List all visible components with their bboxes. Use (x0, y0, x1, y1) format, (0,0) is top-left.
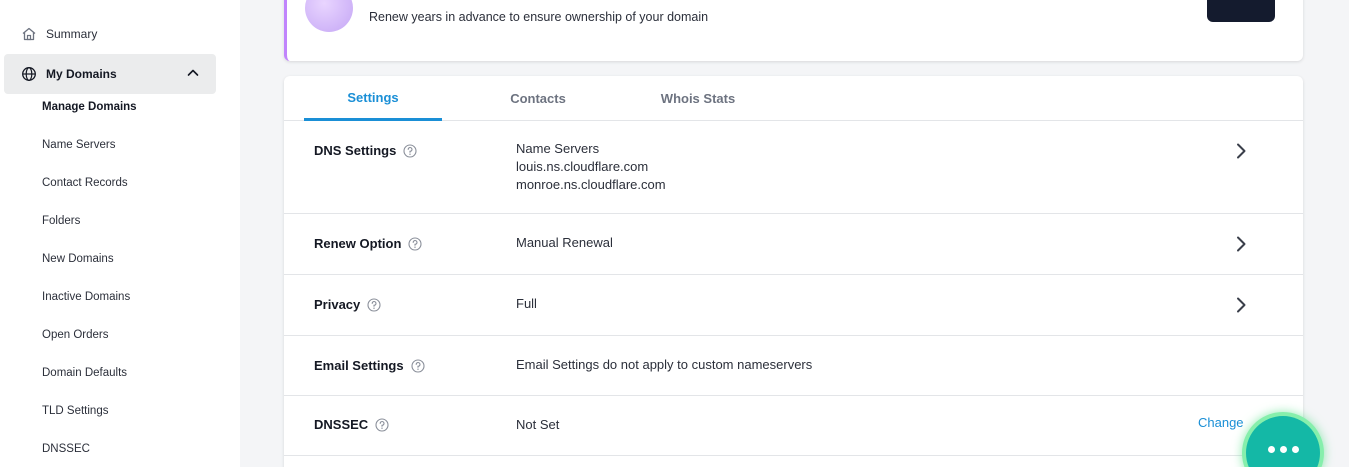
promo-button[interactable] (1207, 0, 1275, 22)
sidebar-item-new-domains[interactable]: New Domains (42, 253, 114, 265)
renew-option-value: Manual Renewal (516, 235, 613, 250)
email-settings-row: Email Settings Email Settings do not app… (284, 336, 1303, 396)
sidebar-item-name-servers[interactable]: Name Servers (42, 139, 116, 151)
chevron-right-icon[interactable] (1234, 296, 1248, 314)
tab-bar: Settings Contacts Whois Stats (284, 76, 1303, 121)
help-icon[interactable] (408, 236, 422, 251)
privacy-label: Privacy (314, 297, 361, 312)
more-dots-icon (1267, 446, 1275, 453)
sidebar-item-manage-domains[interactable]: Manage Domains (42, 101, 137, 113)
privacy-row[interactable]: Privacy Full (284, 275, 1303, 336)
chevron-up-icon[interactable] (186, 66, 200, 80)
tab-contacts[interactable]: Contacts (468, 76, 608, 121)
chevron-right-icon[interactable] (1234, 235, 1248, 253)
renew-option-row[interactable]: Renew Option Manual Renewal (284, 214, 1303, 275)
sidebar-item-my-domains[interactable]: My Domains (4, 54, 216, 94)
tab-settings[interactable]: Settings (304, 76, 442, 121)
sidebar-item-folders[interactable]: Folders (42, 215, 80, 227)
sidebar-item-summary[interactable]: Summary (4, 14, 216, 54)
dns-settings-value: Name Servers louis.ns.cloudflare.com mon… (516, 140, 666, 194)
help-icon[interactable] (367, 297, 381, 312)
chevron-right-icon[interactable] (1234, 142, 1248, 160)
sidebar-item-inactive-domains[interactable]: Inactive Domains (42, 291, 130, 303)
dns-settings-row[interactable]: DNS Settings Name Servers louis.ns.cloud… (284, 121, 1303, 214)
renew-option-label: Renew Option (314, 236, 402, 251)
sidebar-item-domain-defaults[interactable]: Domain Defaults (42, 367, 127, 379)
promo-illustration (305, 0, 353, 32)
home-icon (20, 25, 38, 43)
row-label: Renew Option (314, 236, 422, 251)
email-settings-value: Email Settings do not apply to custom na… (516, 357, 813, 372)
more-dots-icon (1279, 446, 1287, 453)
name-servers-heading: Name Servers (516, 141, 600, 156)
dnssec-row: DNSSEC Not Set Change (284, 396, 1303, 456)
dnssec-label: DNSSEC (314, 417, 369, 432)
help-icon[interactable] (375, 417, 389, 432)
tab-whois-stats[interactable]: Whois Stats (628, 76, 768, 121)
more-dots-icon (1291, 446, 1299, 453)
sidebar-item-label: Summary (46, 27, 98, 41)
sidebar: Summary My Domains Manage Domains Name S… (0, 0, 240, 467)
domain-settings-card: Settings Contacts Whois Stats DNS Settin… (284, 76, 1303, 467)
renew-promo-banner: Renew years in advance to ensure ownersh… (284, 0, 1303, 61)
help-icon[interactable] (411, 358, 425, 373)
row-label: DNS Settings (314, 143, 417, 158)
promo-text: Renew years in advance to ensure ownersh… (369, 10, 709, 24)
row-label: DNSSEC (314, 417, 389, 432)
dnssec-change-link[interactable]: Change (1198, 415, 1244, 430)
sidebar-item-tld-settings[interactable]: TLD Settings (42, 405, 108, 417)
privacy-value: Full (516, 296, 537, 311)
main-content: Renew years in advance to ensure ownersh… (240, 0, 1349, 467)
sidebar-item-label: My Domains (46, 67, 117, 81)
help-icon[interactable] (403, 143, 417, 158)
name-server-1: louis.ns.cloudflare.com (516, 159, 649, 174)
sidebar-item-dnssec[interactable]: DNSSEC (42, 443, 90, 455)
name-server-2: monroe.ns.cloudflare.com (516, 177, 666, 192)
sidebar-item-contact-records[interactable]: Contact Records (42, 177, 128, 189)
email-settings-label: Email Settings (314, 358, 404, 373)
dnssec-value: Not Set (516, 417, 560, 432)
sidebar-item-open-orders[interactable]: Open Orders (42, 329, 108, 341)
dns-settings-label: DNS Settings (314, 143, 397, 158)
row-label: Privacy (314, 297, 381, 312)
globe-icon (20, 65, 38, 83)
row-label: Email Settings (314, 358, 425, 373)
